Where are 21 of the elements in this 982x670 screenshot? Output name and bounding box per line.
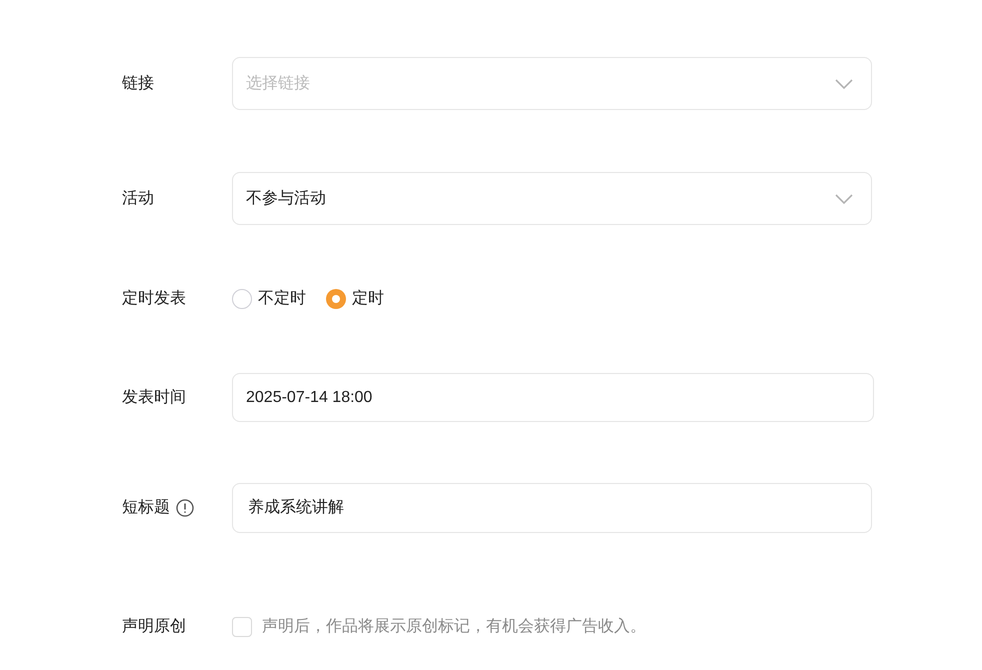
field-label: 定时发表 <box>122 288 186 309</box>
select-value: 不参与活动 <box>246 188 326 208</box>
input-field[interactable]: 2025-07-14 18:00 <box>232 373 874 422</box>
input-value: 养成系统讲解 <box>248 498 344 518</box>
radio-button[interactable] <box>326 289 346 309</box>
checkbox[interactable] <box>232 617 252 637</box>
select-placeholder: 选择链接 <box>246 74 310 94</box>
field-label: 发表时间 <box>122 388 186 408</box>
field-label: 声明原创 <box>122 616 186 637</box>
radio-button[interactable] <box>232 289 252 309</box>
input-value: 2025-07-14 18:00 <box>246 388 372 408</box>
input-field[interactable]: 养成系统讲解 <box>232 483 872 533</box>
select-field[interactable]: 不参与活动 <box>232 172 872 225</box>
field-label: 活动 <box>122 188 154 208</box>
radio-label: 定时 <box>352 288 384 309</box>
chevron-down-icon <box>835 194 853 204</box>
radio-label: 不定时 <box>258 288 306 309</box>
field-label: 短标题 <box>122 498 170 518</box>
chevron-down-icon <box>835 78 853 88</box>
checkbox-description: 声明后，作品将展示原创标记，有机会获得广告收入。 <box>262 616 646 637</box>
field-label: 链接 <box>122 74 154 94</box>
